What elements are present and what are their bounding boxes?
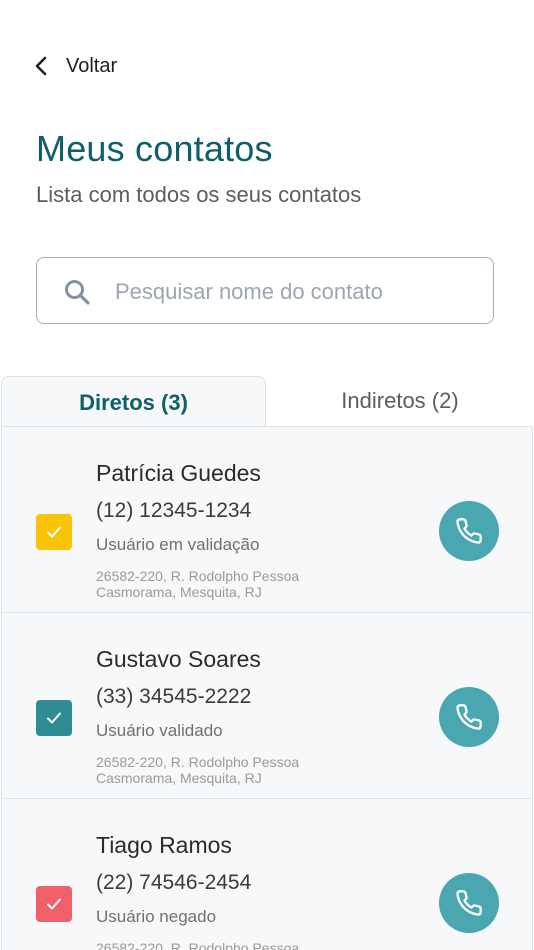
- tab-indiretos[interactable]: Indiretos (2): [266, 376, 534, 426]
- call-button[interactable]: [439, 501, 499, 561]
- contact-phone: (22) 74546-2454: [96, 871, 252, 894]
- phone-icon: [456, 518, 482, 544]
- contact-address-line1: 26582-220, R. Rodolpho Pessoa: [96, 568, 300, 584]
- contact-address-line2: Casmorama, Mesquita, RJ: [96, 770, 262, 786]
- contact-name: Gustavo Soares: [96, 646, 261, 672]
- back-label: Voltar: [66, 54, 118, 77]
- contact-phone: (33) 34545-2222: [96, 685, 252, 708]
- contact-card: Patrícia Guedes (12) 12345-1234 Usuário …: [2, 427, 532, 613]
- tab-bar: Diretos (3) Indiretos (2): [0, 376, 534, 428]
- contact-name: Tiago Ramos: [96, 832, 232, 858]
- back-button[interactable]: Voltar: [34, 52, 117, 80]
- chevron-left-icon: [35, 56, 47, 76]
- page-subtitle: Lista com todos os seus contatos: [36, 182, 362, 207]
- contact-card: Tiago Ramos (22) 74546-2454 Usuário nega…: [2, 799, 532, 950]
- check-icon: [47, 712, 61, 724]
- contact-address-line1: 26582-220, R. Rodolpho Pessoa: [96, 940, 300, 950]
- contact-address-line2: Casmorama, Mesquita, RJ: [96, 584, 262, 600]
- phone-icon: [456, 704, 482, 730]
- check-icon: [47, 526, 61, 538]
- contact-checkbox[interactable]: [36, 700, 72, 736]
- contact-name: Patrícia Guedes: [96, 460, 261, 486]
- search-box[interactable]: [36, 257, 494, 324]
- tab-diretos[interactable]: Diretos (3): [1, 376, 266, 428]
- contact-checkbox[interactable]: [36, 886, 72, 922]
- contact-address-line1: 26582-220, R. Rodolpho Pessoa: [96, 754, 300, 770]
- contact-phone: (12) 12345-1234: [96, 499, 252, 522]
- search-icon: [65, 280, 90, 305]
- call-button[interactable]: [439, 873, 499, 933]
- contact-list: Patrícia Guedes (12) 12345-1234 Usuário …: [1, 426, 533, 950]
- call-button[interactable]: [439, 687, 499, 747]
- contact-status: Usuário negado: [96, 907, 217, 926]
- contact-status: Usuário validado: [96, 721, 223, 740]
- page-title: Meus contatos: [36, 128, 273, 169]
- check-icon: [47, 898, 61, 910]
- contact-checkbox[interactable]: [36, 514, 72, 550]
- contact-card: Gustavo Soares (33) 34545-2222 Usuário v…: [2, 613, 532, 799]
- contact-status: Usuário em validação: [96, 535, 260, 554]
- search-input[interactable]: [113, 272, 477, 312]
- phone-icon: [456, 890, 482, 916]
